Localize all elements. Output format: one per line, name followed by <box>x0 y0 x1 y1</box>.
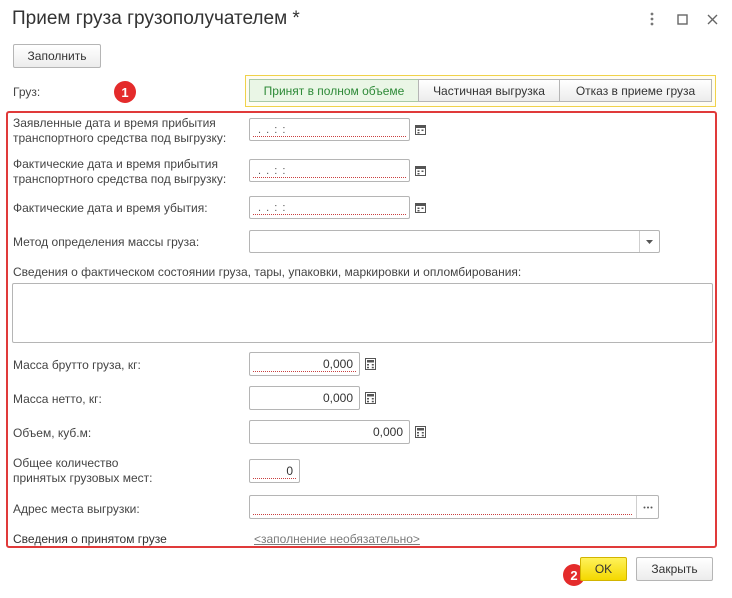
calendar-icon[interactable] <box>412 120 428 138</box>
option-full-acceptance[interactable]: Принят в полном объеме <box>249 79 419 102</box>
actual-arrival-label: Фактические дата и время прибытия трансп… <box>13 157 227 186</box>
net-mass-label: Масса нетто, кг: <box>13 392 102 406</box>
calculator-icon[interactable] <box>360 354 380 374</box>
accepted-info-label: Сведения о принятом грузе <box>13 532 167 546</box>
window-title: Прием груза грузополучателем * <box>12 8 300 29</box>
declared-arrival-label: Заявленные дата и время прибытия транспо… <box>13 116 227 145</box>
ellipsis-icon[interactable] <box>636 496 658 518</box>
gross-mass-input[interactable]: 0,000 <box>249 352 360 376</box>
annotation-badge-1: 1 <box>114 81 136 103</box>
calculator-icon[interactable] <box>410 422 430 442</box>
gross-mass-label: Масса брутто груза, кг: <box>13 358 141 372</box>
condition-label: Сведения о фактическом состоянии груза, … <box>13 265 522 279</box>
chevron-down-icon[interactable] <box>639 231 659 252</box>
places-count-input[interactable]: 0 <box>249 459 300 483</box>
more-menu-icon[interactable] <box>642 9 662 29</box>
option-partial-unloading[interactable]: Частичная выгрузка <box>418 79 560 102</box>
places-count-label: Общее количество принятых грузовых мест: <box>13 456 153 485</box>
accepted-info-link[interactable]: <заполнение необязательно> <box>254 532 420 546</box>
calculator-icon[interactable] <box>360 388 380 408</box>
net-mass-input[interactable]: 0,000 <box>249 386 360 410</box>
unload-address-input[interactable] <box>249 495 659 519</box>
cargo-status-selector: Принят в полном объеме Частичная выгрузк… <box>245 75 716 107</box>
cargo-label: Груз: <box>13 85 41 99</box>
calendar-icon[interactable] <box>412 161 428 179</box>
maximize-icon[interactable] <box>672 9 692 29</box>
unload-address-label: Адрес места выгрузки: <box>13 502 140 516</box>
actual-departure-label: Фактические дата и время убытия: <box>13 201 208 215</box>
close-window-icon[interactable] <box>702 9 722 29</box>
ok-button[interactable]: OK <box>580 557 627 581</box>
option-refusal[interactable]: Отказ в приеме груза <box>559 79 712 102</box>
mass-method-select[interactable] <box>249 230 660 253</box>
volume-input[interactable]: 0,000 <box>249 420 410 444</box>
volume-label: Объем, куб.м: <box>13 426 92 440</box>
fill-button[interactable]: Заполнить <box>13 44 101 68</box>
actual-departure-input[interactable]: . . : : <box>249 196 410 219</box>
declared-arrival-input[interactable]: . . : : <box>249 118 410 141</box>
close-button[interactable]: Закрыть <box>636 557 713 581</box>
calendar-icon[interactable] <box>412 198 428 216</box>
condition-textarea[interactable] <box>12 283 713 343</box>
actual-arrival-input[interactable]: . . : : <box>249 159 410 182</box>
mass-method-label: Метод определения массы груза: <box>13 235 200 249</box>
